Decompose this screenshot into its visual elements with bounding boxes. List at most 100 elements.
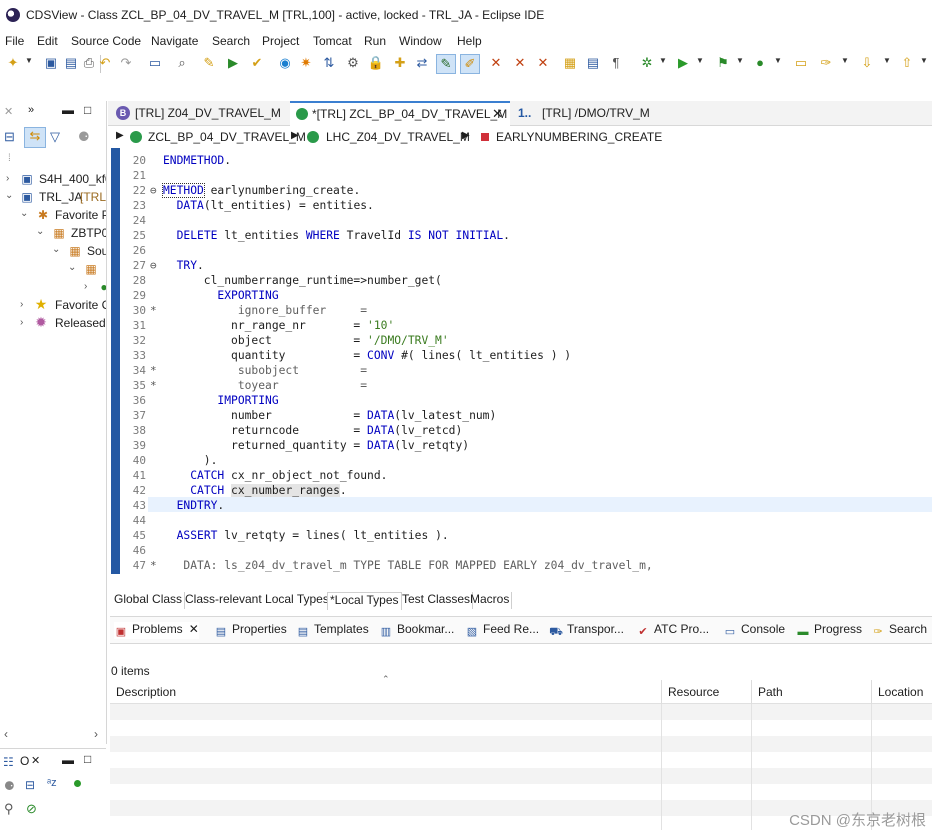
collapse-all-icon[interactable]: ⊟ (4, 129, 20, 145)
column-header-resource[interactable]: Resource (662, 680, 752, 704)
fold-marker-icon[interactable]: ⊖ (150, 259, 157, 272)
where-used-icon[interactable]: ⇄ (413, 54, 431, 72)
column-header-description[interactable]: Description (110, 680, 662, 704)
new-dropdown-icon[interactable]: ▼ (25, 56, 33, 65)
external-tools-dropdown-icon[interactable]: ▼ (774, 56, 782, 65)
prev-annotation-icon[interactable]: ⇧ (898, 54, 916, 72)
pretty-printer-icon[interactable]: ⇅ (320, 54, 338, 72)
undo-icon[interactable]: ↶ (96, 54, 114, 72)
expand-arrow-icon[interactable]: › (20, 299, 23, 310)
tab-properties[interactable]: ▤ Properties (214, 622, 287, 639)
code-line[interactable]: object = '/DMO/TRV_M' (163, 334, 449, 347)
code-line[interactable]: DATA: ls_z04_dv_travel_m TYPE TABLE FOR … (163, 559, 652, 572)
debug-icon[interactable]: ✲ (638, 54, 656, 72)
tab-bookmarks[interactable]: ▥ Bookmar... (379, 622, 455, 639)
next-annotation-icon[interactable]: ⇩ (858, 54, 876, 72)
code-line[interactable]: TRY. (163, 259, 204, 272)
column-header-path[interactable]: Path (752, 680, 872, 704)
menu-navigate[interactable]: Navigate (151, 34, 198, 48)
tab-test-classes[interactable]: Test Classes (400, 592, 474, 609)
code-line[interactable]: DELETE lt_entities WHERE TravelId IS NOT… (163, 229, 510, 242)
skip-breakpoints-icon[interactable]: ✕ (511, 54, 529, 72)
link-editor-icon[interactable]: ⇆ (24, 127, 46, 148)
coverage-icon[interactable]: ⚑ (714, 54, 732, 72)
code-line[interactable]: CATCH cx_nr_object_not_found. (163, 469, 387, 482)
open-object-icon[interactable]: ✎ (200, 54, 218, 72)
menu-edit[interactable]: Edit (37, 34, 58, 48)
tab-class[interactable]: *[TRL] ZCL_BP_04_DV_TRAVEL_M ✕ (290, 101, 510, 126)
code-line[interactable]: ). (163, 454, 218, 467)
menu-file[interactable]: File (5, 34, 24, 48)
tab-problems[interactable]: ▣ Problems ✕ (114, 622, 199, 639)
breakpoint-icon[interactable]: ✕ (487, 54, 505, 72)
tab-outline[interactable]: O (20, 754, 29, 768)
tab-console[interactable]: ▭ Console (723, 622, 785, 639)
breadcrumb-arrow-icon[interactable]: ▶ (116, 130, 124, 141)
package-icon[interactable]: ⚈ (78, 129, 90, 145)
expand-arrow-icon[interactable]: › (20, 317, 23, 328)
code-line[interactable]: EXPORTING (163, 289, 278, 302)
code-line[interactable]: DATA(lt_entities) = entities. (163, 199, 374, 212)
menu-search[interactable]: Search (212, 34, 250, 48)
collapse-arrow-icon[interactable]: ⌄ (52, 244, 60, 255)
collapse-arrow-icon[interactable]: ⌄ (5, 190, 13, 201)
filter-icon[interactable]: ▽ (50, 129, 60, 145)
tab-transport[interactable]: ⛟ Transpor... (549, 622, 624, 639)
new-icon[interactable]: ✦ (4, 54, 22, 72)
collapse-arrow-icon[interactable]: ⌄ (20, 208, 28, 219)
collapse-arrow-icon[interactable]: ⌄ (68, 262, 76, 273)
breadcrumb-arrow-icon[interactable]: ▶ (291, 130, 299, 141)
view-menu-icon[interactable]: ✕ (4, 105, 13, 118)
minimize-icon[interactable]: ▬ (62, 103, 74, 117)
tab-local-types[interactable]: *Local Types (327, 592, 402, 610)
search-toolbar-icon[interactable]: ✑ (817, 54, 835, 72)
next-annotation-dropdown-icon[interactable]: ▼ (883, 56, 891, 65)
run-icon[interactable]: ▶ (674, 54, 692, 72)
sort-az-icon[interactable]: ᵃz (47, 777, 57, 789)
code-line[interactable]: nr_range_nr = '10' (163, 319, 394, 332)
redo-icon[interactable]: ↷ (117, 54, 135, 72)
breadcrumb-item-local-class[interactable]: LHC_Z04_DV_TRAVEL_M (326, 130, 470, 144)
fold-marker-icon[interactable]: ⊖ (150, 184, 157, 197)
scroll-left-icon[interactable]: ‹ (4, 727, 8, 741)
close-tab-icon[interactable]: ✕ (492, 103, 503, 125)
open-folder-icon[interactable]: ▭ (792, 54, 810, 72)
check-icon[interactable]: ✔ (248, 54, 266, 72)
code-line[interactable]: ignore_buffer = (163, 304, 367, 317)
open-type-icon[interactable]: ⌕ (173, 54, 191, 72)
code-line[interactable]: ASSERT lv_retqty = lines( lt_entities ). (163, 529, 449, 542)
outline-icon[interactable]: ▦ (561, 54, 579, 72)
save-all-icon[interactable]: ▤ (62, 54, 80, 72)
code-editor[interactable]: 20 ENDMETHOD. 21 22 ⊖ METHOD earlynumbering_c… (108, 148, 932, 574)
code-line[interactable]: returncode = DATA(lv_retcd) (163, 424, 462, 437)
minimize-icon[interactable]: ▬ (62, 753, 74, 767)
search-dropdown-icon[interactable]: ▼ (841, 56, 849, 65)
breadcrumb-arrow-icon[interactable]: ▶ (462, 130, 470, 141)
menu-window[interactable]: Window (399, 34, 442, 48)
code-line[interactable]: METHOD earlynumbering_create. (162, 183, 360, 198)
show-source-icon[interactable]: ▤ (584, 54, 602, 72)
maximize-icon[interactable]: □ (84, 752, 91, 766)
code-line[interactable]: quantity = CONV #( lines( lt_entities ) … (163, 349, 571, 362)
dependencies-icon[interactable]: ⚙ (344, 54, 362, 72)
menu-help[interactable]: Help (457, 34, 482, 48)
transport-icon[interactable]: ✚ (391, 54, 409, 72)
code-line[interactable]: IMPORTING (163, 394, 278, 407)
breadcrumb-item-class[interactable]: ZCL_BP_04_DV_TRAVEL_M (148, 130, 306, 144)
menu-source-code[interactable]: Source Code (71, 34, 141, 48)
tab-macros[interactable]: Macros (468, 592, 513, 609)
highlight-icon[interactable]: ✐ (460, 54, 480, 74)
lock-icon[interactable]: 🔒 (367, 54, 385, 72)
run-abap-icon[interactable]: ▶ (224, 54, 242, 72)
remove-breakpoints-icon[interactable]: ✕ (534, 54, 552, 72)
collapse-arrow-icon[interactable]: ⌄ (36, 226, 44, 237)
debug-dropdown-icon[interactable]: ▼ (659, 56, 667, 65)
save-icon[interactable]: ▣ (42, 54, 60, 72)
close-view-icon[interactable]: ✕ (189, 622, 199, 636)
tab-number-range[interactable]: 1.. [TRL] /DMO/TRV_M (514, 101, 684, 125)
tab-feed-reader[interactable]: ▧ Feed Re... (465, 622, 539, 639)
code-line[interactable]: number = DATA(lv_latest_num) (163, 409, 496, 422)
console-icon[interactable]: ▭ (146, 54, 164, 72)
scroll-left-icon[interactable]: ‹ (148, 572, 152, 574)
collapse-all-icon[interactable]: ⊟ (25, 778, 35, 792)
